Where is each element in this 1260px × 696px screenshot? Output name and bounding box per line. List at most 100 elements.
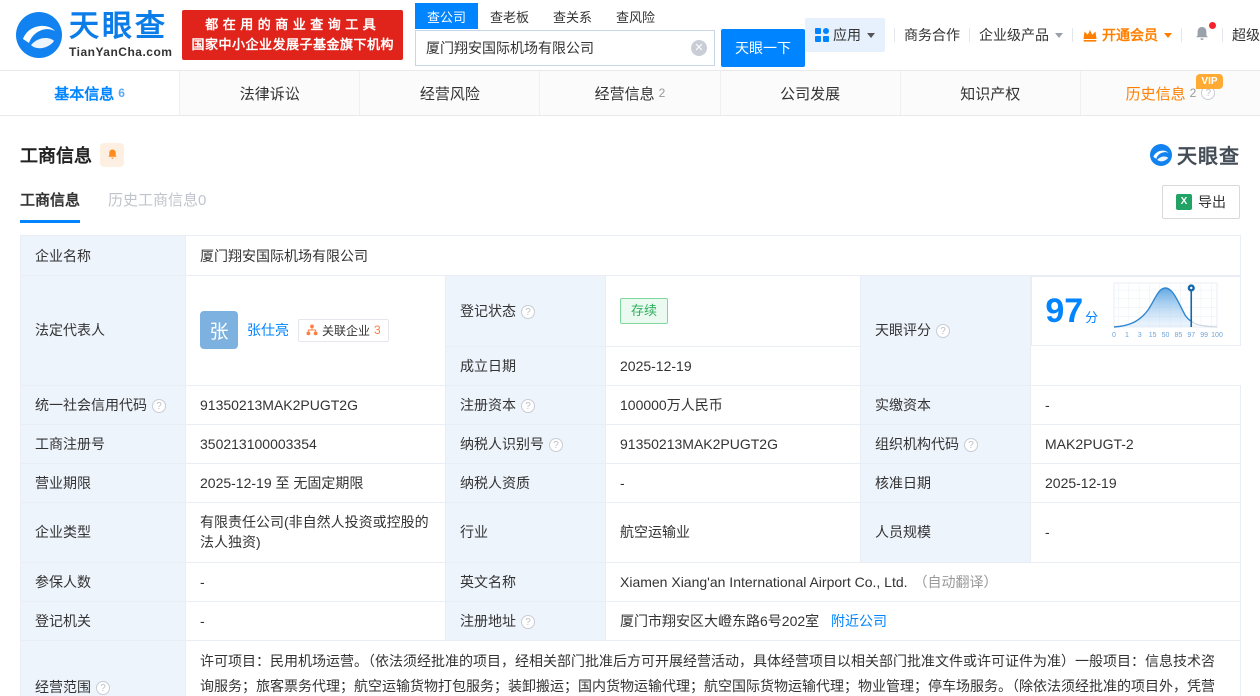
field-label-text: 组织机构代码: [875, 436, 959, 452]
slogan-line1: 都在用的商业查询工具: [191, 15, 394, 35]
field-value-org-code: MAK2PUGT-2: [1031, 424, 1241, 463]
help-icon[interactable]: ?: [152, 399, 166, 413]
enterprise-products-menu[interactable]: 企业级产品: [979, 25, 1063, 45]
field-label-insured-count: 参保人数: [21, 562, 186, 601]
x-tick: 99: [1200, 332, 1208, 339]
row-legal-rep: 法定代表人 张 张仕亮 关联企业 3 登记状态?: [21, 276, 1241, 347]
business-cooperation-label: 商务合作: [904, 25, 960, 45]
tab-company-development[interactable]: 公司发展: [721, 71, 901, 115]
field-value-reg-address: 厦门市翔安区大嶝东路6号202室 附近公司: [606, 601, 1241, 640]
tab-intellectual-property[interactable]: 知识产权: [901, 71, 1081, 115]
row-insured-count: 参保人数 - 英文名称 Xiamen Xiang'an Internationa…: [21, 562, 1241, 601]
x-tick: 1: [1125, 332, 1129, 339]
export-button[interactable]: X 导出: [1162, 185, 1240, 219]
tianyancha-watermark: 天眼查: [1150, 140, 1240, 169]
help-icon[interactable]: ?: [521, 615, 535, 629]
tab-label: 经营信息: [595, 83, 655, 104]
business-scope-text: 许可项目：民用机场运营。（依法须经批准的项目，经相关部门批准后方可开展经营活动，…: [200, 649, 1226, 696]
clear-search-icon[interactable]: ✕: [691, 40, 707, 56]
open-vip-menu[interactable]: 开通会员: [1082, 25, 1172, 45]
avatar[interactable]: 张: [200, 311, 238, 349]
field-value-insured-count: -: [186, 562, 446, 601]
tianyancha-logo[interactable]: 天眼查 TianYanCha.com: [16, 12, 172, 59]
tab-label: 经营风险: [420, 83, 480, 104]
field-value-taxpayer-id: 91350213MAK2PUGT2G: [606, 424, 861, 463]
tab-history-info[interactable]: 历史信息 2 ? VIP: [1081, 71, 1260, 115]
help-icon[interactable]: ?: [521, 399, 535, 413]
x-tick: 100: [1211, 332, 1223, 339]
field-value-reg-authority: -: [186, 601, 446, 640]
field-label-company-type: 企业类型: [21, 502, 186, 562]
x-tick: 0: [1112, 332, 1116, 339]
help-icon[interactable]: ?: [964, 438, 978, 452]
field-value-credit-code: 91350213MAK2PUGT2G: [186, 385, 446, 424]
row-reg-authority: 登记机关 - 注册地址? 厦门市翔安区大嶝东路6号202室 附近公司: [21, 601, 1241, 640]
nearby-companies-link[interactable]: 附近公司: [831, 613, 887, 629]
field-value-company-name: 厦门翔安国际机场有限公司: [186, 236, 1241, 276]
legal-rep-link[interactable]: 张仕亮: [247, 320, 289, 340]
field-value-company-type: 有限责任公司(非自然人投资或控股的法人独资): [186, 502, 446, 562]
subtab-business-info[interactable]: 工商信息: [20, 189, 80, 223]
logo-domain: TianYanCha.com: [69, 45, 172, 59]
tab-label: 知识产权: [960, 83, 1020, 104]
help-icon[interactable]: ?: [521, 305, 535, 319]
tab-operation-risk[interactable]: 经营风险: [360, 71, 540, 115]
field-label-text: 天眼评分: [875, 322, 931, 338]
field-label-text: 注册地址: [460, 613, 516, 629]
notifications-button[interactable]: [1191, 25, 1213, 46]
field-label-approval-date: 核准日期: [861, 463, 1031, 502]
subscribe-alert-button[interactable]: [100, 143, 124, 167]
tab-operation-info[interactable]: 经营信息 2: [540, 71, 720, 115]
search-tab-risk[interactable]: 查风险: [604, 3, 667, 29]
help-icon[interactable]: ?: [549, 438, 563, 452]
score-value: 97: [1045, 292, 1083, 330]
vip-badge: VIP: [1196, 74, 1222, 89]
field-value-taxpayer-quality: -: [606, 463, 861, 502]
score-distribution-chart: 0 1 3 15 50 85 97 99 100: [1108, 281, 1226, 341]
row-reg-number: 工商注册号 350213100003354 纳税人识别号? 91350213MA…: [21, 424, 1241, 463]
help-icon[interactable]: ?: [96, 681, 110, 695]
business-cooperation-link[interactable]: 商务合作: [904, 25, 960, 45]
row-credit-code: 统一社会信用代码? 91350213MAK2PUGT2G 注册资本? 10000…: [21, 385, 1241, 424]
tab-basic-info[interactable]: 基本信息 6: [0, 71, 180, 115]
field-label-reg-address: 注册地址?: [446, 601, 606, 640]
apps-grid-icon: [815, 28, 829, 42]
x-tick: 50: [1162, 332, 1170, 339]
company-section-tabs: 基本信息 6 法律诉讼 经营风险 经营信息 2 公司发展 知识产权 历史信息 2…: [0, 70, 1260, 116]
field-label-establish-date: 成立日期: [446, 346, 606, 385]
search-tab-company[interactable]: 查公司: [415, 3, 478, 29]
search-button[interactable]: 天眼一下: [721, 29, 805, 67]
search-tab-boss[interactable]: 查老板: [478, 3, 541, 29]
field-value-tyc-score[interactable]: 97分 0: [1031, 276, 1241, 346]
help-icon[interactable]: ?: [936, 324, 950, 338]
field-label-business-scope: 经营范围?: [21, 640, 186, 696]
tab-label: 历史信息: [1126, 83, 1186, 104]
field-value-reg-capital: 100000万人民币: [606, 385, 861, 424]
divider: [1181, 28, 1182, 42]
chevron-down-icon: [1055, 33, 1063, 38]
divider: [1222, 28, 1223, 42]
field-value-establish-date: 2025-12-19: [606, 346, 861, 385]
search-tab-relation[interactable]: 查关系: [541, 3, 604, 29]
top-nav: 应用 商务合作 企业级产品 开通会员: [805, 18, 1260, 52]
tianyancha-watermark-icon: [1150, 144, 1172, 166]
user-account-menu[interactable]: 超级风...: [1232, 25, 1260, 45]
x-tick: 85: [1175, 332, 1183, 339]
field-value-business-term: 2025-12-19 至 无固定期限: [186, 463, 446, 502]
x-tick: 15: [1149, 332, 1157, 339]
search-input[interactable]: [415, 30, 715, 66]
bell-icon: [1193, 25, 1211, 43]
tab-legal-proceedings[interactable]: 法律诉讼: [180, 71, 360, 115]
subtab-history-business-info[interactable]: 历史工商信息0: [108, 189, 206, 223]
field-label-reg-number: 工商注册号: [21, 424, 186, 463]
divider: [894, 28, 895, 42]
row-business-term: 营业期限 2025-12-19 至 无固定期限 纳税人资质 - 核准日期 202…: [21, 463, 1241, 502]
tab-count: 2: [659, 86, 666, 100]
related-companies-badge[interactable]: 关联企业 3: [298, 319, 389, 342]
x-tick: 97: [1188, 332, 1196, 339]
apps-menu[interactable]: 应用: [805, 18, 885, 52]
enterprise-products-label: 企业级产品: [979, 25, 1049, 45]
row-company-type: 企业类型 有限责任公司(非自然人投资或控股的法人独资) 行业 航空运输业 人员规…: [21, 502, 1241, 562]
field-label-staff-size: 人员规模: [861, 502, 1031, 562]
score-unit: 分: [1085, 310, 1098, 325]
